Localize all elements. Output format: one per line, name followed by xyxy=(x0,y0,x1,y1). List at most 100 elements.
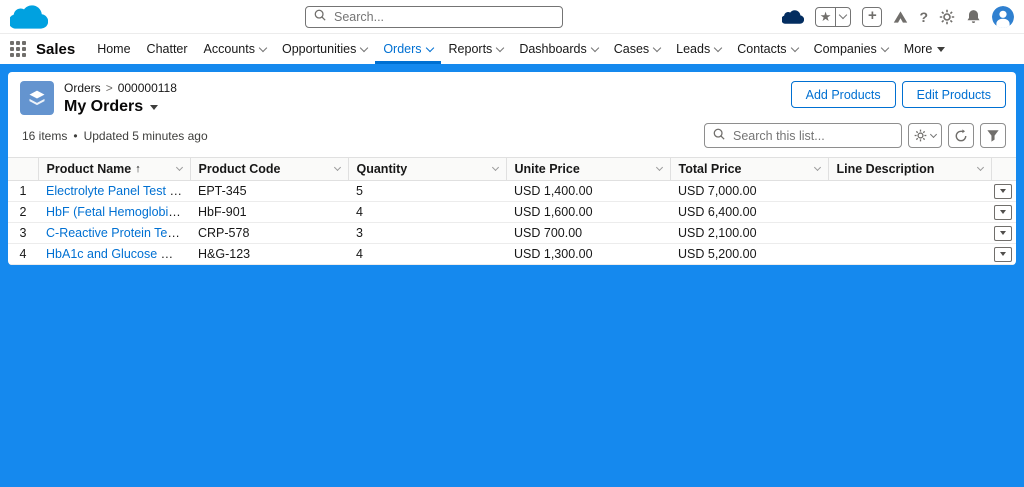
layers-icon xyxy=(29,90,45,106)
item-count: 16 items xyxy=(22,128,68,143)
column-header-total-price[interactable]: Total Price xyxy=(669,157,828,181)
list-search-input[interactable] xyxy=(731,127,896,144)
product-code-cell: HbF-901 xyxy=(190,201,348,223)
caret-down-icon xyxy=(1000,252,1006,256)
app-launcher-icon[interactable] xyxy=(10,41,26,57)
nav-tab-more[interactable]: More xyxy=(896,34,953,64)
caret-down-icon xyxy=(150,104,159,110)
column-header-line-description[interactable]: Line Description xyxy=(827,157,991,181)
chevron-down-icon xyxy=(258,43,268,52)
nav-tab-leads[interactable]: Leads xyxy=(668,34,729,64)
list-meta: 16 items • Updated 5 minutes ago xyxy=(22,129,208,143)
global-actions-bar: ★ + ? xyxy=(781,5,1014,28)
refresh-button[interactable] xyxy=(948,123,974,148)
guidance-center-button[interactable] xyxy=(893,10,908,24)
bell-icon xyxy=(967,9,980,23)
row-actions-cell xyxy=(991,201,1016,223)
table-header-row: Product Name ↑ Product Code Quantity Unit… xyxy=(8,157,1016,181)
chevron-down-icon xyxy=(590,43,599,52)
order-products-table: Product Name ↑ Product Code Quantity Unit… xyxy=(8,157,1016,265)
breadcrumb-separator: > xyxy=(105,81,113,95)
chevron-down-icon[interactable] xyxy=(491,163,499,172)
chevron-down-icon xyxy=(360,43,369,52)
quantity-cell: 4 xyxy=(348,201,506,223)
order-products-card: Orders > 000000118 My Orders Add Product… xyxy=(8,72,1016,265)
nav-tab-chatter[interactable]: Chatter xyxy=(139,34,196,64)
row-actions-column-header xyxy=(990,157,1016,181)
column-header-product-name[interactable]: Product Name ↑ xyxy=(37,157,190,181)
nav-tab-dashboards[interactable]: Dashboards xyxy=(511,34,605,64)
list-view-selector[interactable]: My Orders xyxy=(64,98,177,116)
nav-tab-companies[interactable]: Companies xyxy=(806,34,896,64)
help-button[interactable]: ? xyxy=(919,9,928,25)
plus-icon: + xyxy=(868,7,877,24)
quantity-cell: 5 xyxy=(348,180,506,202)
global-search[interactable] xyxy=(305,6,563,28)
list-tools xyxy=(704,123,1006,148)
column-header-product-code[interactable]: Product Code xyxy=(189,157,348,181)
chevron-down-icon[interactable] xyxy=(175,163,183,172)
breadcrumb-parent-link[interactable]: Orders xyxy=(64,81,101,95)
breadcrumb-current-link[interactable]: 000000118 xyxy=(118,81,177,95)
total-price-cell: USD 5,200.00 xyxy=(670,243,828,265)
nav-tab-cases[interactable]: Cases xyxy=(606,34,668,64)
setup-gear-button[interactable] xyxy=(939,9,955,25)
row-actions-button[interactable] xyxy=(994,225,1012,241)
filter-button[interactable] xyxy=(980,123,1006,148)
favorites-star-button[interactable]: ★ xyxy=(816,8,836,26)
gear-icon xyxy=(914,129,927,142)
page-header: Orders > 000000118 My Orders Add Product… xyxy=(8,72,1016,118)
nav-tab-contacts[interactable]: Contacts xyxy=(729,34,805,64)
unit-price-cell: USD 1,600.00 xyxy=(506,201,670,223)
search-icon xyxy=(314,8,326,26)
table-row: 2 HbF (Fetal Hemoglobin) Test Kit HbF-90… xyxy=(8,201,1016,223)
product-code-cell: CRP-578 xyxy=(190,222,348,244)
product-name-link[interactable]: Electrolyte Panel Test Kit xyxy=(46,184,184,198)
nav-tab-accounts[interactable]: Accounts xyxy=(196,34,274,64)
row-number-column-header xyxy=(8,157,38,181)
column-header-quantity[interactable]: Quantity xyxy=(347,157,506,181)
add-products-button[interactable]: Add Products xyxy=(790,81,896,108)
user-avatar[interactable] xyxy=(992,5,1014,28)
list-search[interactable] xyxy=(704,123,902,148)
favorites-dropdown-button[interactable] xyxy=(835,7,850,26)
row-actions-cell xyxy=(991,243,1016,265)
page-body: Orders > 000000118 My Orders Add Product… xyxy=(0,64,1024,487)
list-controls-bar: 16 items • Updated 5 minutes ago xyxy=(8,118,1016,157)
row-actions-cell xyxy=(991,180,1016,202)
row-actions-button[interactable] xyxy=(994,204,1012,220)
product-name-link[interactable]: HbF (Fetal Hemoglobin) Test Kit xyxy=(46,205,190,219)
person-icon xyxy=(992,5,1014,28)
notifications-button[interactable] xyxy=(966,9,981,25)
chevron-down-icon xyxy=(839,10,848,20)
nav-tab-orders[interactable]: Orders xyxy=(375,34,440,64)
product-name-link[interactable]: C-Reactive Protein Test Kit xyxy=(46,226,190,240)
row-actions-button[interactable] xyxy=(994,246,1012,262)
nav-tab-home[interactable]: Home xyxy=(89,34,138,64)
app-navigation-bar: Sales Home Chatter Accounts Opportunitie… xyxy=(0,34,1024,64)
row-actions-button[interactable] xyxy=(994,183,1012,199)
global-actions-button[interactable]: + xyxy=(862,6,883,27)
nav-tab-reports[interactable]: Reports xyxy=(441,34,512,64)
sort-ascending-icon: ↑ xyxy=(135,163,141,175)
unit-price-cell: USD 1,300.00 xyxy=(506,243,670,265)
quantity-cell: 4 xyxy=(348,243,506,265)
nav-tab-opportunities[interactable]: Opportunities xyxy=(274,34,375,64)
edit-products-button[interactable]: Edit Products xyxy=(901,81,1006,108)
chevron-down-icon[interactable] xyxy=(333,163,341,172)
order-products-entity-icon xyxy=(20,81,54,115)
header-action-buttons: Add Products Edit Products xyxy=(790,81,1006,108)
product-name-cell: HbA1c and Glucose Combo Kit xyxy=(38,243,190,265)
last-updated-text: Updated 5 minutes ago xyxy=(83,128,208,143)
caret-down-icon xyxy=(1000,231,1006,235)
product-name-link[interactable]: HbA1c and Glucose Combo Kit xyxy=(46,247,190,261)
global-search-input[interactable] xyxy=(332,9,554,25)
list-settings-button[interactable] xyxy=(908,123,942,148)
chevron-down-icon[interactable] xyxy=(976,163,984,172)
column-header-unite-price[interactable]: Unite Price xyxy=(505,157,670,181)
row-number: 3 xyxy=(8,222,38,244)
einstein-icon[interactable] xyxy=(781,9,804,25)
chevron-down-icon[interactable] xyxy=(655,163,663,172)
search-icon xyxy=(713,127,725,145)
chevron-down-icon[interactable] xyxy=(813,163,821,172)
